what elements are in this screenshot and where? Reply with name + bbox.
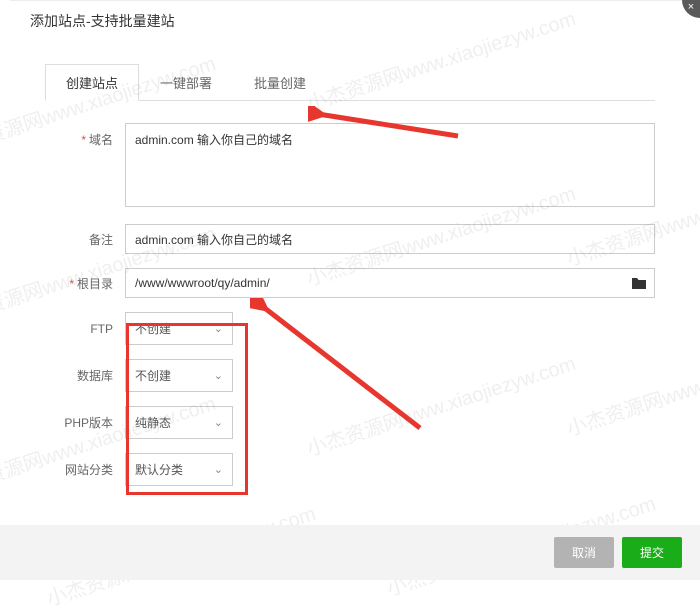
dialog-content: 创建站点 一键部署 批量创建 *域名 admin.com 输入你自己的域名 备注… xyxy=(10,43,690,510)
database-value: 不创建 xyxy=(135,367,171,384)
dialog: 添加站点-支持批量建站 创建站点 一键部署 批量创建 *域名 admin.com… xyxy=(10,0,690,510)
label-php: PHP版本 xyxy=(45,414,125,431)
label-category: 网站分类 xyxy=(45,461,125,478)
chevron-down-icon: ⌄ xyxy=(214,416,223,429)
chevron-down-icon: ⌄ xyxy=(214,463,223,476)
php-value: 纯静态 xyxy=(135,414,171,431)
submit-button[interactable]: 提交 xyxy=(622,537,682,568)
category-value: 默认分类 xyxy=(135,461,183,478)
row-database: 数据库 不创建 ⌄ xyxy=(45,359,655,392)
ftp-select[interactable]: 不创建 ⌄ xyxy=(125,312,233,345)
chevron-down-icon: ⌄ xyxy=(214,322,223,335)
footer: 取消 提交 xyxy=(0,525,700,580)
row-domain: *域名 admin.com 输入你自己的域名 xyxy=(45,123,655,210)
tabs: 创建站点 一键部署 批量创建 xyxy=(45,63,655,101)
category-select[interactable]: 默认分类 ⌄ xyxy=(125,453,233,486)
root-input[interactable] xyxy=(125,268,655,298)
domain-input[interactable]: admin.com 输入你自己的域名 xyxy=(125,123,655,207)
database-select[interactable]: 不创建 ⌄ xyxy=(125,359,233,392)
label-ftp: FTP xyxy=(45,322,125,336)
row-category: 网站分类 默认分类 ⌄ xyxy=(45,453,655,486)
folder-icon[interactable] xyxy=(631,276,647,290)
remark-input[interactable] xyxy=(125,224,655,254)
label-remark: 备注 xyxy=(45,231,125,248)
row-ftp: FTP 不创建 ⌄ xyxy=(45,312,655,345)
chevron-down-icon: ⌄ xyxy=(214,369,223,382)
label-domain: *域名 xyxy=(45,123,125,148)
label-root: *根目录 xyxy=(45,275,125,292)
row-php: PHP版本 纯静态 ⌄ xyxy=(45,406,655,439)
tab-create-site[interactable]: 创建站点 xyxy=(45,64,139,101)
row-root: *根目录 xyxy=(45,268,655,298)
php-select[interactable]: 纯静态 ⌄ xyxy=(125,406,233,439)
label-database: 数据库 xyxy=(45,367,125,384)
dialog-title: 添加站点-支持批量建站 xyxy=(10,1,690,43)
row-remark: 备注 xyxy=(45,224,655,254)
ftp-value: 不创建 xyxy=(135,320,171,337)
tab-batch-create[interactable]: 批量创建 xyxy=(233,64,327,101)
tab-one-click-deploy[interactable]: 一键部署 xyxy=(139,64,233,101)
cancel-button[interactable]: 取消 xyxy=(554,537,614,568)
